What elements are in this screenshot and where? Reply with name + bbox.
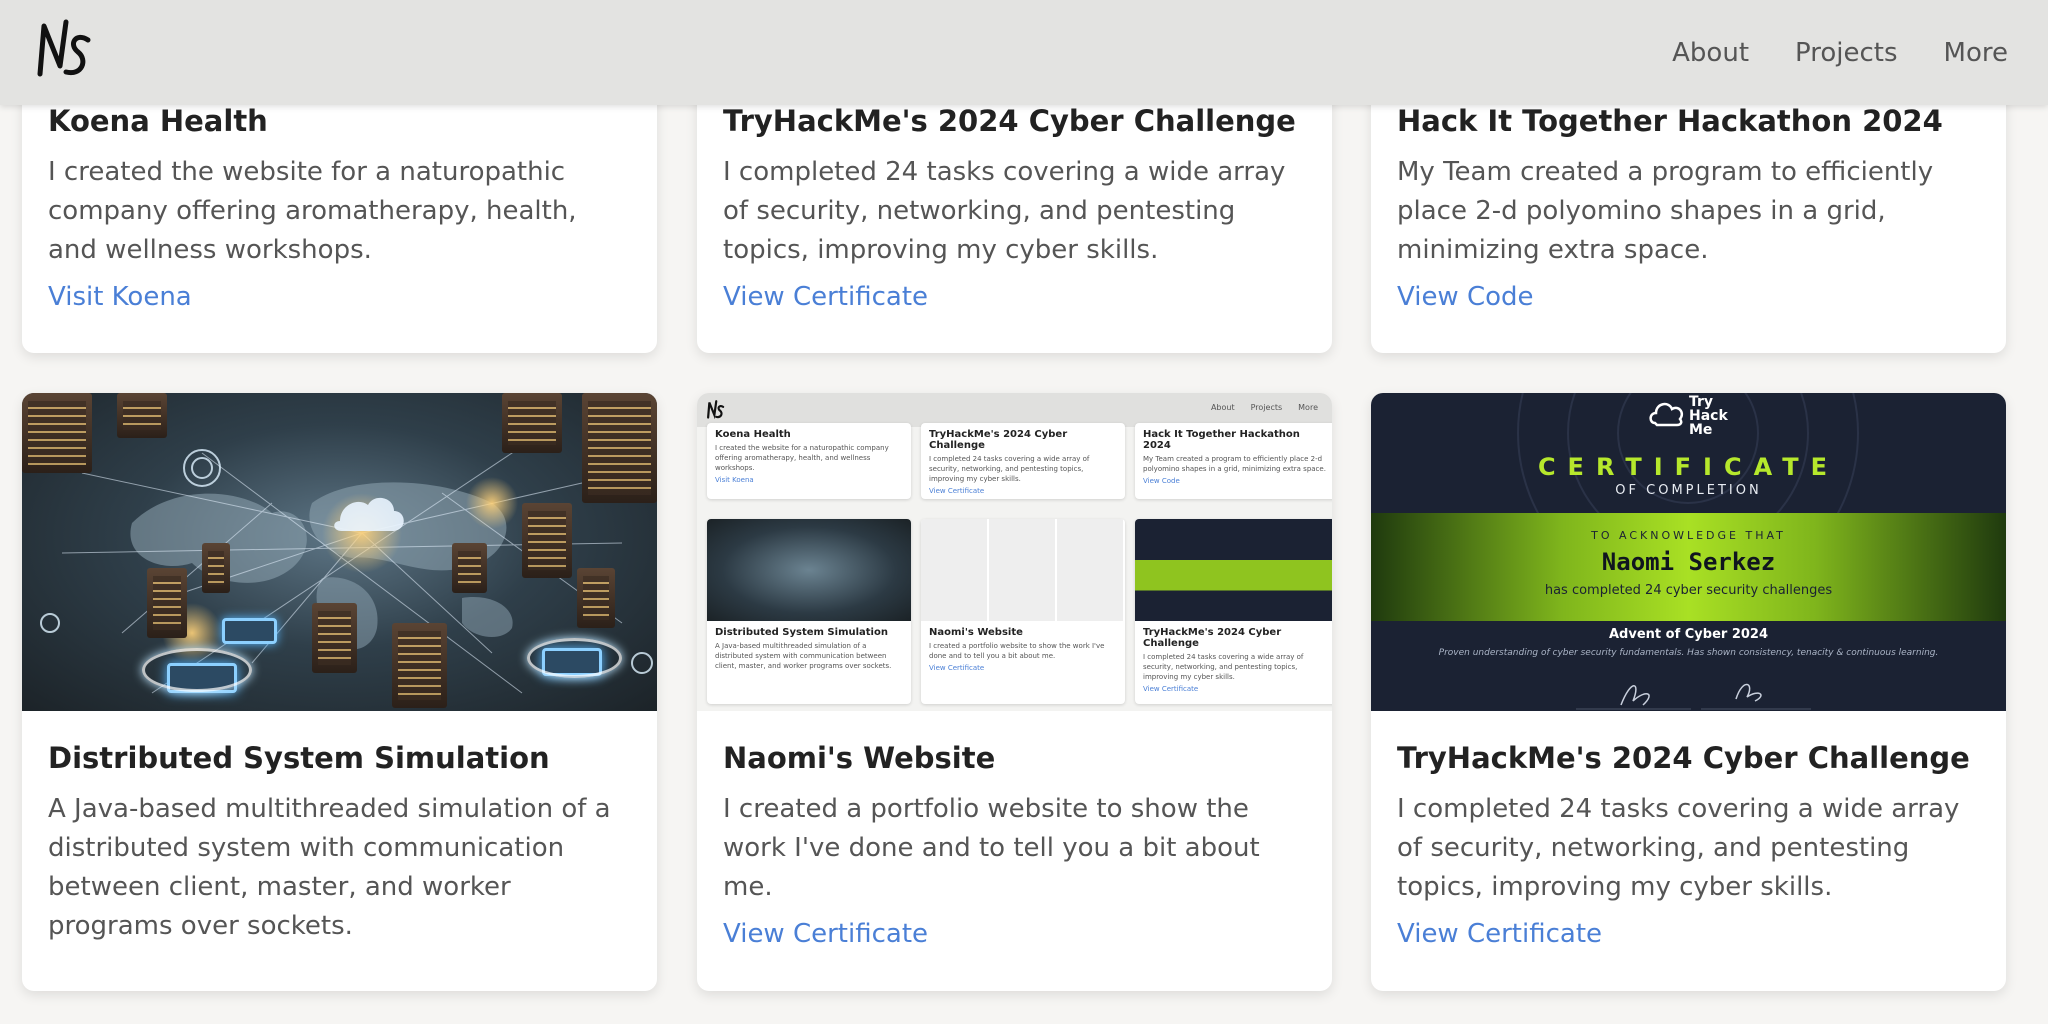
server-rack-icon [22,393,92,473]
mini-card-link: Visit Koena [715,476,754,484]
nav-projects[interactable]: Projects [1795,38,1898,68]
visit-koena-link[interactable]: Visit Koena [48,282,192,312]
mini-card-title: Koena Health [715,429,791,440]
server-rack-icon [312,603,357,673]
mini-card-title: TryHackMe's 2024 Cyber Challenge [1143,627,1282,649]
server-rack-icon [577,568,615,628]
server-rack-icon [202,543,230,593]
mini-card-link: View Certificate [929,664,985,672]
view-code-link[interactable]: View Code [1397,282,1534,312]
card-title: Hack It Together Hackathon 2024 [1397,104,1943,138]
server-rack-icon [582,393,657,503]
nav-about[interactable]: About [1672,38,1749,68]
card-description: My Team created a program to efficiently… [1397,156,1934,265]
server-rack-icon [452,543,487,593]
mini-nav-projects: Projects [1250,403,1283,412]
mini-card-description: I created the website for a naturopathic… [715,444,889,472]
project-card-distributed: Distributed System Simulation A Java-bas… [22,393,657,991]
mini-card: Koena Health I created the website for a… [707,423,911,499]
card-title: Naomi's Website [723,741,996,775]
mini-card-description: I created a portfolio website to show th… [929,642,1105,660]
mini-nav-more: More [1298,403,1318,412]
mini-card-link: View Certificate [1143,685,1199,693]
mini-card: Naomi's Website I created a portfolio we… [921,519,1125,704]
mini-card-link: View Code [1143,477,1180,485]
card-title: TryHackMe's 2024 Cyber Challenge [723,104,1296,138]
certificate-subheading: OF COMPLETION [1615,483,1762,498]
ns-logo[interactable] [30,14,94,86]
mini-card-description: A Java-based multithreaded simulation of… [715,642,892,670]
server-rack-icon [522,503,572,578]
mini-card-title: TryHackMe's 2024 Cyber Challenge [929,429,1068,451]
server-rack-icon [502,393,562,453]
mini-navbar: About Projects More [697,393,1332,427]
mini-card-title: Hack It Together Hackathon 2024 [1143,429,1300,451]
mini-card-title: Distributed System Simulation [715,627,888,638]
certificate-heading: CERTIFICATE [1537,453,1840,481]
tryhackme-cloud-icon [1649,402,1684,427]
project-card-tryhackme-certificate: Try Hack Me CERTIFICATE OF COMPLETION TO… [1371,393,2006,991]
card-title: TryHackMe's 2024 Cyber Challenge [1397,741,1970,775]
nav-more[interactable]: More [1944,38,2008,68]
certificate-statement: Proven understanding of cyber security f… [1438,648,1939,658]
certificate-signatures [1576,683,1811,710]
certificate-acknowledge: TO ACKNOWLEDGE THAT [1591,529,1786,542]
card-description: I created the website for a naturopathic… [48,156,577,265]
server-rack-icon [117,393,167,438]
project-card-naomi-website: About Projects More Koena Health I creat… [697,393,1332,991]
card-description: I created a portfolio website to show th… [723,793,1260,902]
nav-links: About Projects More [1672,0,2008,105]
navbar: About Projects More [0,0,2048,105]
certificate-event: Advent of Cyber 2024 [1608,627,1769,642]
certificate-achievement: has completed 24 cyber security challeng… [1544,583,1833,598]
mini-logo [707,400,725,420]
node-ring [142,648,252,692]
laptop-icon [222,618,277,644]
distributed-network-image [22,393,657,711]
node-ring [527,638,622,678]
website-screenshot-image: About Projects More Koena Health I creat… [697,393,1332,711]
card-title: Koena Health [48,104,268,138]
mini-card-description: My Team created a program to efficiently… [1143,455,1326,473]
mini-card-description: I completed 24 tasks covering a wide arr… [1143,653,1304,681]
brand-line: Hack [1689,408,1728,424]
tryhackme-logo-text: Try Hack Me [1689,395,1728,437]
server-rack-icon [392,623,447,708]
certificate-recipient-name: Naomi Serkez [1601,548,1776,576]
card-description: A Java-based multithreaded simulation of… [48,793,611,941]
mini-card: Distributed System Simulation A Java-bas… [707,519,911,704]
card-description: I completed 24 tasks covering a wide arr… [723,156,1286,265]
mini-nav-about: About [1210,403,1235,412]
mini-card-link: View Certificate [929,487,985,495]
brand-line: Me [1689,422,1713,438]
server-rack-icon [147,568,187,638]
mini-card: TryHackMe's 2024 Cyber Challenge I compl… [921,423,1125,499]
mini-card: Hack It Together Hackathon 2024 My Team … [1135,423,1332,499]
view-certificate-link[interactable]: View Certificate [723,282,928,312]
certificate-image: Try Hack Me CERTIFICATE OF COMPLETION TO… [1371,393,2006,711]
mini-card-title: Naomi's Website [929,627,1023,638]
mini-card-description: I completed 24 tasks covering a wide arr… [929,455,1090,483]
view-certificate-link[interactable]: View Certificate [723,919,928,949]
brand-line: Try [1689,394,1714,410]
mini-card: TryHackMe's 2024 Cyber Challenge I compl… [1135,519,1332,704]
card-description: I completed 24 tasks covering a wide arr… [1397,793,1960,902]
card-title: Distributed System Simulation [48,741,550,775]
view-certificate-link[interactable]: View Certificate [1397,919,1602,949]
